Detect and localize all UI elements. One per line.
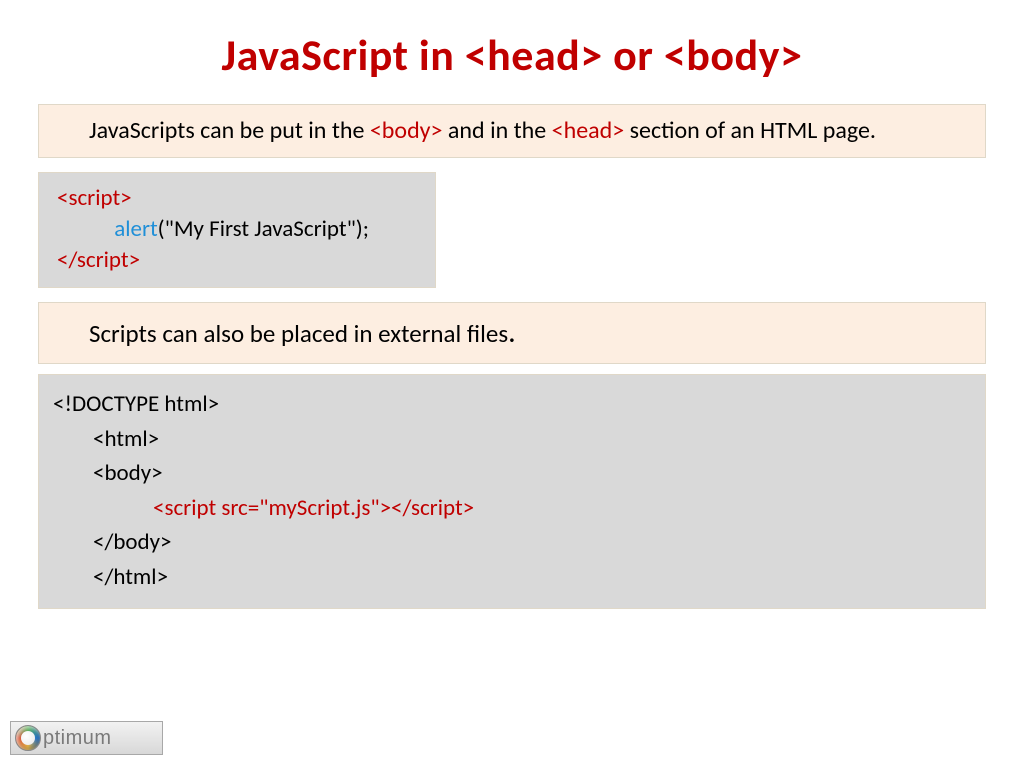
logo-text: ptimum <box>43 727 112 750</box>
code2-body-close: </body> <box>53 525 971 560</box>
intro-tag-head: <head> <box>552 116 625 145</box>
code2-html-close: </html> <box>53 560 971 595</box>
code1-alert: alert <box>114 215 157 243</box>
code2-doctype: <!DOCTYPE html> <box>53 387 971 422</box>
code1-close-tag: </script> <box>57 246 140 274</box>
external-period: . <box>508 314 516 351</box>
logo-icon <box>15 725 41 751</box>
intro-tag-body: <body> <box>370 116 443 145</box>
code-block-2: <!DOCTYPE html> <html> <body> <script sr… <box>38 374 986 609</box>
code2-body-open: <body> <box>53 456 971 491</box>
logo-badge: ptimum <box>10 721 163 755</box>
intro-text-pre: JavaScripts can be put in the <box>89 116 370 145</box>
external-files-block: Scripts can also be placed in external f… <box>38 302 986 365</box>
intro-text-mid: and in the <box>443 116 552 145</box>
code1-args: ("My First JavaScript"); <box>158 215 369 243</box>
code1-open-tag: <script> <box>57 184 132 212</box>
code-block-1: <script> alert("My First JavaScript"); <… <box>38 172 436 287</box>
intro-text-post: section of an HTML page. <box>624 116 876 145</box>
code2-html-open: <html> <box>53 422 971 457</box>
external-text: Scripts can also be placed in external f… <box>89 318 508 349</box>
intro-block: JavaScripts can be put in the <body> and… <box>38 104 986 158</box>
code2-script-line: <script src="myScript.js"></script> <box>53 491 971 526</box>
slide-title: JavaScript in <head> or <body> <box>0 0 1024 96</box>
